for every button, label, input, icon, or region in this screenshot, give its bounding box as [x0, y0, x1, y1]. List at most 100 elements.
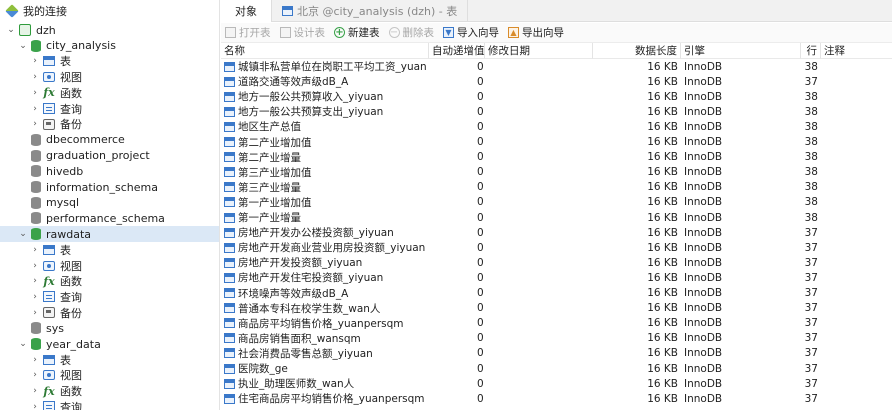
tree-item[interactable]: › 视图	[0, 258, 219, 274]
tree-item[interactable]: ⌄ rawdata	[0, 226, 219, 243]
tree-item[interactable]: information_schema	[0, 179, 219, 195]
chevron-right-icon[interactable]: ›	[30, 307, 40, 319]
tree-item-label: 表	[60, 243, 71, 257]
cell-auto-increment-text: 0	[477, 256, 484, 269]
chevron-right-icon[interactable]: ›	[30, 260, 40, 272]
tree-item[interactable]: ⌄ year_data	[0, 336, 219, 352]
tree-item[interactable]: graduation_project	[0, 148, 219, 164]
table-row[interactable]: 地区生产总值 0 16 KB InnoDB 38	[221, 119, 892, 134]
import-icon: ▼	[443, 27, 454, 38]
table-row[interactable]: 环境噪声等效声级dB_A 0 16 KB InnoDB 37	[221, 286, 892, 301]
tree-item[interactable]: › 视图	[0, 69, 219, 85]
minus-icon: −	[388, 26, 400, 38]
tree-item[interactable]: › 表	[0, 53, 219, 69]
cell-engine: InnoDB	[681, 135, 801, 150]
import-wizard-button[interactable]: ▼ 导入向导	[443, 25, 499, 40]
tree-item[interactable]: › fx 函数	[0, 85, 219, 101]
chevron-right-icon[interactable]: ›	[30, 244, 40, 256]
table-row[interactable]: 地方一般公共预算支出_yiyuan 0 16 KB InnoDB 38	[221, 104, 892, 119]
table-row[interactable]: 普通本专科在校学生数_wan人 0 16 KB InnoDB 37	[221, 301, 892, 316]
new-table-button[interactable]: + 新建表	[334, 25, 380, 40]
chevron-right-icon[interactable]: ›	[30, 354, 40, 366]
tree-item[interactable]: hivedb	[0, 163, 219, 179]
tree-root-my-connections[interactable]: 我的连接	[0, 3, 219, 19]
table-row[interactable]: 医院数_ge 0 16 KB InnoDB 37	[221, 361, 892, 376]
table-row[interactable]: 城镇非私营单位在岗职工平均工资_yuan 0 16 KB InnoDB 38	[221, 59, 892, 74]
tree-item[interactable]: mysql	[0, 195, 219, 211]
tree-item[interactable]: › 备份	[0, 305, 219, 321]
table-row[interactable]: 第三产业增加值 0 16 KB InnoDB 38	[221, 165, 892, 180]
table-row[interactable]: 商品房平均销售价格_yuanpersqm 0 16 KB InnoDB 37	[221, 316, 892, 331]
chevron-right-icon[interactable]: ›	[30, 87, 40, 99]
tab-table-beijing[interactable]: 北京 @city_analysis (dzh) - 表	[272, 0, 469, 22]
column-header-modified-date[interactable]: 修改日期	[485, 43, 593, 59]
tree-item[interactable]: › 备份	[0, 116, 219, 132]
table-row[interactable]: 房地产开发办公楼投资额_yiyuan 0 16 KB InnoDB 37	[221, 225, 892, 240]
column-header-data-length[interactable]: 数据长度	[593, 43, 681, 59]
chevron-down-icon[interactable]: ⌄	[6, 24, 16, 36]
table-row[interactable]: 房地产开发商业营业用房投资额_yiyuan 0 16 KB InnoDB 37	[221, 240, 892, 255]
column-header-engine[interactable]: 引擎	[681, 43, 801, 59]
tree-item[interactable]: › 视图	[0, 367, 219, 383]
table-row[interactable]: 第三产业增量 0 16 KB InnoDB 38	[221, 180, 892, 195]
tree-item[interactable]: ⌄ dzh	[0, 22, 219, 38]
cell-data-length: 16 KB	[593, 104, 681, 119]
table-row[interactable]: 住宅商品房平均销售价格_yuanpersqm 0 16 KB InnoDB 37	[221, 391, 892, 406]
chevron-right-icon[interactable]: ›	[30, 401, 40, 410]
cell-rows-text: 38	[804, 211, 818, 224]
tree-item[interactable]: › 查询	[0, 399, 219, 410]
export-wizard-button[interactable]: ▲ 导出向导	[508, 25, 564, 40]
chevron-down-icon[interactable]: ⌄	[18, 338, 28, 350]
open-table-button[interactable]: 打开表	[225, 25, 271, 40]
delete-table-button[interactable]: − 删除表	[388, 25, 434, 40]
cell-engine: InnoDB	[681, 59, 801, 74]
column-header-name[interactable]: 名称	[221, 43, 429, 59]
chevron-right-icon[interactable]: ›	[30, 71, 40, 83]
cell-engine: InnoDB	[681, 346, 801, 361]
column-header-auto-increment[interactable]: 自动递增值	[429, 43, 485, 59]
tab-objects[interactable]: 对象	[221, 0, 272, 22]
tree-item[interactable]: › 查询	[0, 289, 219, 305]
table-row[interactable]: 第二产业增量 0 16 KB InnoDB 38	[221, 150, 892, 165]
chevron-right-icon[interactable]: ›	[30, 385, 40, 397]
table-row[interactable]: 社会消费品零售总额_yiyuan 0 16 KB InnoDB 37	[221, 346, 892, 361]
chevron-right-icon[interactable]: ›	[30, 103, 40, 115]
table-row[interactable]: 道路交通等效声级dB_A 0 16 KB InnoDB 37	[221, 74, 892, 89]
cell-rows-text: 37	[804, 392, 818, 405]
design-table-button[interactable]: 设计表	[279, 25, 325, 40]
tree-item[interactable]: › fx 函数	[0, 273, 219, 289]
tree-item[interactable]: sys	[0, 320, 219, 336]
tree-item[interactable]: performance_schema	[0, 210, 219, 226]
chevron-right-icon[interactable]: ›	[30, 369, 40, 381]
table-row[interactable]: 地方一般公共预算收入_yiyuan 0 16 KB InnoDB 38	[221, 89, 892, 104]
tree-item[interactable]: › 查询	[0, 101, 219, 117]
table-row[interactable]: 第二产业增加值 0 16 KB InnoDB 38	[221, 135, 892, 150]
chevron-down-icon[interactable]: ⌄	[18, 40, 28, 52]
table-icon	[224, 212, 235, 223]
tree-item[interactable]: › fx 函数	[0, 383, 219, 399]
tree-item[interactable]: dbecommerce	[0, 132, 219, 148]
table-row[interactable]: 房地产开发投资额_yiyuan 0 16 KB InnoDB 37	[221, 255, 892, 270]
open-table-label: 打开表	[239, 27, 271, 39]
cell-auto-increment: 0	[429, 361, 485, 376]
column-header-comment[interactable]: 注释	[821, 43, 892, 59]
chevron-right-icon[interactable]: ›	[30, 118, 40, 130]
cell-rows: 37	[801, 346, 821, 361]
column-header-rows[interactable]: 行	[801, 43, 821, 59]
table-row[interactable]: 第一产业增量 0 16 KB InnoDB 38	[221, 210, 892, 225]
table-row[interactable]: 执业_助理医师数_wan人 0 16 KB InnoDB 37	[221, 376, 892, 391]
tree-item[interactable]: › 表	[0, 352, 219, 368]
tree-item[interactable]: ⌄ city_analysis	[0, 38, 219, 54]
chevron-right-icon[interactable]: ›	[30, 291, 40, 303]
table-row[interactable]: 第一产业增加值 0 16 KB InnoDB 38	[221, 195, 892, 210]
chevron-right-icon[interactable]: ›	[30, 55, 40, 67]
table-row[interactable]: 商品房销售面积_wansqm 0 16 KB InnoDB 37	[221, 331, 892, 346]
tree-item[interactable]: › 表	[0, 242, 219, 258]
cell-auto-increment-text: 0	[477, 166, 484, 179]
tree-item-label: 备份	[60, 306, 82, 320]
function-icon: fx	[43, 86, 55, 100]
chevron-down-icon[interactable]: ⌄	[18, 228, 28, 240]
table-row[interactable]: 房地产开发住宅投资额_yiyuan 0 16 KB InnoDB 37	[221, 270, 892, 285]
chevron-right-icon[interactable]: ›	[30, 275, 40, 287]
cell-rows: 37	[801, 376, 821, 391]
